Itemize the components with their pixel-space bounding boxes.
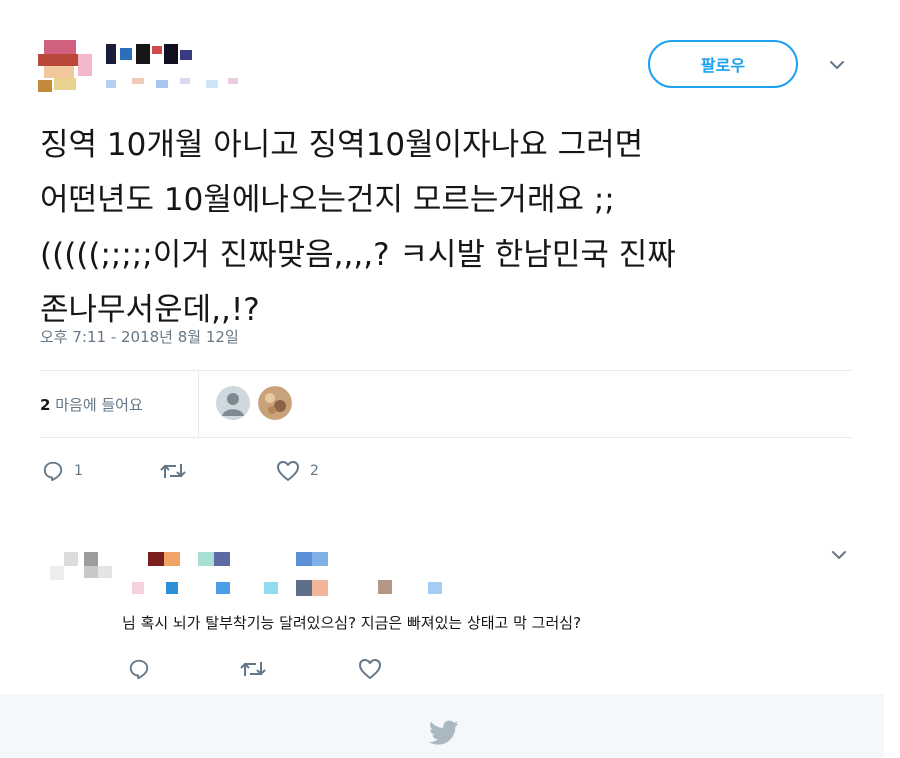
reply-icon xyxy=(43,461,63,482)
reply-retweet-action[interactable] xyxy=(240,658,266,680)
liker-avatar-photo[interactable] xyxy=(258,386,292,420)
reply-icon xyxy=(129,659,149,680)
like-count: 2 xyxy=(310,463,319,479)
reply-author-avatar[interactable] xyxy=(50,552,120,592)
retweet-icon xyxy=(160,464,186,478)
chevron-down-icon[interactable] xyxy=(828,56,846,74)
reply-reply-action[interactable] xyxy=(128,658,150,680)
user-silhouette-icon xyxy=(216,386,250,420)
reply-author-name-censored[interactable] xyxy=(148,552,338,568)
liker-photo xyxy=(258,386,292,420)
heart-icon xyxy=(359,659,381,679)
tweet-text: 징역 10개월 아니고 징역10월이자나요 그러면 어떤년도 10월에나오는건지… xyxy=(40,127,676,328)
likes-count: 2 xyxy=(40,396,51,414)
reply-like-action[interactable] xyxy=(358,658,382,680)
stats-divider-bottom xyxy=(40,437,852,438)
reply-chevron-down-icon[interactable] xyxy=(830,546,848,564)
stats-divider-vertical xyxy=(198,371,199,437)
likes-stat[interactable]: 2 마음에 들어요 xyxy=(40,394,143,415)
reply-action[interactable]: 1 xyxy=(42,460,83,482)
author-avatar[interactable] xyxy=(34,36,94,96)
retweet-icon xyxy=(240,662,266,676)
twitter-bird-icon[interactable] xyxy=(429,720,459,746)
author-handle-censored xyxy=(106,78,246,88)
like-action[interactable]: 2 xyxy=(276,460,319,482)
reply-text: 님 혹시 뇌가 탈부착기능 달려있으심? 지금은 빠져있는 상태고 막 그러심? xyxy=(122,614,582,632)
retweet-action[interactable] xyxy=(160,460,196,482)
tweet-timestamp[interactable]: 오후 7:11 - 2018년 8월 12일 xyxy=(40,326,239,347)
reply-count: 1 xyxy=(74,463,83,479)
liker-avatar-default[interactable] xyxy=(216,386,250,420)
stats-divider-top xyxy=(40,370,852,371)
likes-label: 마음에 들어요 xyxy=(55,396,143,414)
heart-icon xyxy=(277,461,299,481)
follow-button[interactable]: 팔로우 xyxy=(648,40,798,88)
reply-author-handle-censored xyxy=(132,580,452,596)
author-name-censored[interactable] xyxy=(106,44,196,64)
tweet-card: 팔로우 징역 10개월 아니고 징역10월이자나요 그러면 어떤년도 10월에나… xyxy=(0,0,884,758)
